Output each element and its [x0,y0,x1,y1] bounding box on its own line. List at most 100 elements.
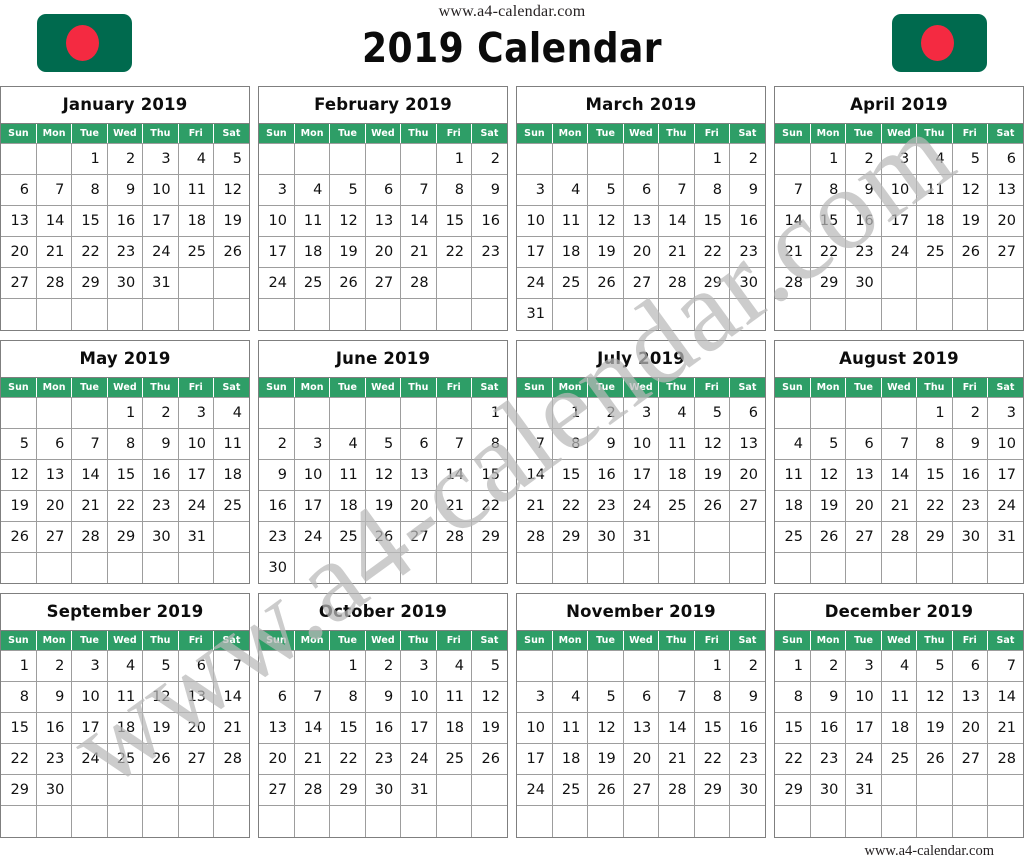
day-cell[interactable]: 20 [623,743,660,775]
day-cell[interactable]: 19 [587,743,624,775]
day-cell[interactable]: 7 [881,428,918,460]
day-cell[interactable]: 1 [436,143,473,175]
day-cell[interactable]: 15 [916,459,953,491]
day-cell[interactable]: 23 [107,236,144,268]
day-cell[interactable]: 4 [658,397,695,429]
day-cell[interactable]: 14 [775,205,811,237]
day-cell[interactable]: 2 [471,143,507,175]
day-cell[interactable]: 15 [107,459,144,491]
day-cell[interactable]: 26 [329,267,366,299]
day-cell[interactable]: 30 [365,774,402,806]
day-cell[interactable]: 6 [36,428,73,460]
day-cell[interactable]: 10 [987,428,1023,460]
day-cell[interactable]: 28 [71,521,108,553]
day-cell[interactable]: 21 [517,490,553,522]
day-cell[interactable]: 22 [107,490,144,522]
day-cell[interactable]: 16 [729,712,765,744]
day-cell[interactable]: 15 [694,205,731,237]
day-cell[interactable]: 12 [916,681,953,713]
day-cell[interactable]: 31 [400,774,437,806]
day-cell[interactable]: 2 [810,650,847,682]
day-cell[interactable]: 21 [294,743,331,775]
day-cell[interactable]: 29 [107,521,144,553]
day-cell[interactable]: 31 [845,774,882,806]
day-cell[interactable]: 27 [259,774,295,806]
day-cell[interactable]: 10 [294,459,331,491]
day-cell[interactable]: 20 [259,743,295,775]
day-cell[interactable]: 29 [694,774,731,806]
day-cell[interactable]: 21 [71,490,108,522]
day-cell[interactable]: 6 [1,174,37,206]
day-cell[interactable]: 18 [881,712,918,744]
day-cell[interactable]: 14 [881,459,918,491]
day-cell[interactable]: 30 [36,774,73,806]
day-cell[interactable]: 13 [1,205,37,237]
day-cell[interactable]: 16 [845,205,882,237]
day-cell[interactable]: 30 [729,774,765,806]
day-cell[interactable]: 21 [36,236,73,268]
day-cell[interactable]: 6 [259,681,295,713]
day-cell[interactable]: 1 [775,650,811,682]
day-cell[interactable]: 30 [810,774,847,806]
day-cell[interactable]: 14 [658,712,695,744]
day-cell[interactable]: 7 [436,428,473,460]
day-cell[interactable]: 2 [729,143,765,175]
day-cell[interactable]: 29 [694,267,731,299]
day-cell[interactable]: 5 [587,681,624,713]
day-cell[interactable]: 6 [845,428,882,460]
day-cell[interactable]: 30 [845,267,882,299]
day-cell[interactable]: 19 [694,459,731,491]
day-cell[interactable]: 16 [36,712,73,744]
day-cell[interactable]: 28 [658,267,695,299]
day-cell[interactable]: 11 [107,681,144,713]
day-cell[interactable]: 3 [178,397,215,429]
day-cell[interactable]: 13 [178,681,215,713]
day-cell[interactable]: 1 [810,143,847,175]
day-cell[interactable]: 12 [810,459,847,491]
day-cell[interactable]: 18 [552,236,589,268]
day-cell[interactable]: 16 [729,205,765,237]
day-cell[interactable]: 22 [694,743,731,775]
day-cell[interactable]: 17 [881,205,918,237]
day-cell[interactable]: 15 [1,712,37,744]
day-cell[interactable]: 24 [178,490,215,522]
day-cell[interactable]: 9 [729,174,765,206]
day-cell[interactable]: 14 [658,205,695,237]
day-cell[interactable]: 17 [259,236,295,268]
day-cell[interactable]: 25 [294,267,331,299]
day-cell[interactable]: 14 [400,205,437,237]
day-cell[interactable]: 9 [259,459,295,491]
day-cell[interactable]: 5 [1,428,37,460]
day-cell[interactable]: 11 [775,459,811,491]
day-cell[interactable]: 23 [259,521,295,553]
day-cell[interactable]: 31 [987,521,1023,553]
day-cell[interactable]: 23 [952,490,989,522]
day-cell[interactable]: 22 [916,490,953,522]
day-cell[interactable]: 23 [810,743,847,775]
day-cell[interactable]: 21 [658,236,695,268]
day-cell[interactable]: 15 [552,459,589,491]
day-cell[interactable]: 1 [107,397,144,429]
day-cell[interactable]: 21 [881,490,918,522]
day-cell[interactable]: 21 [400,236,437,268]
day-cell[interactable]: 10 [178,428,215,460]
day-cell[interactable]: 8 [71,174,108,206]
day-cell[interactable]: 12 [587,205,624,237]
day-cell[interactable]: 7 [294,681,331,713]
day-cell[interactable]: 19 [213,205,249,237]
day-cell[interactable]: 25 [107,743,144,775]
day-cell[interactable]: 1 [71,143,108,175]
day-cell[interactable]: 11 [552,205,589,237]
day-cell[interactable]: 12 [694,428,731,460]
day-cell[interactable]: 7 [775,174,811,206]
day-cell[interactable]: 11 [658,428,695,460]
day-cell[interactable]: 6 [365,174,402,206]
day-cell[interactable]: 28 [775,267,811,299]
day-cell[interactable]: 2 [365,650,402,682]
day-cell[interactable]: 22 [71,236,108,268]
day-cell[interactable]: 23 [729,236,765,268]
day-cell[interactable]: 13 [623,205,660,237]
day-cell[interactable]: 8 [810,174,847,206]
day-cell[interactable]: 24 [400,743,437,775]
day-cell[interactable]: 9 [107,174,144,206]
